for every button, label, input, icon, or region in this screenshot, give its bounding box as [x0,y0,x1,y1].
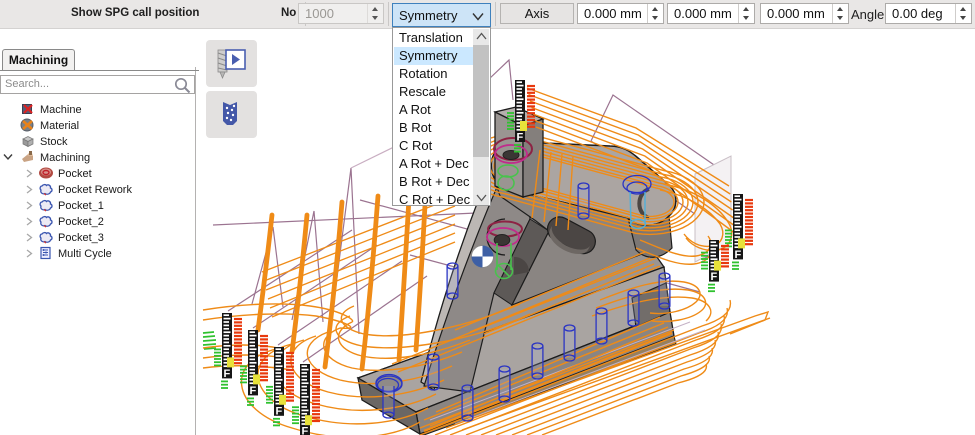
svg-text:F: F [711,271,718,283]
svg-text:F: F [735,249,742,261]
svg-text:F: F [517,132,524,144]
svg-text:F: F [250,385,257,397]
svg-text:F: F [276,405,283,417]
svg-text:F: F [224,368,231,380]
svg-text:F: F [302,426,309,435]
